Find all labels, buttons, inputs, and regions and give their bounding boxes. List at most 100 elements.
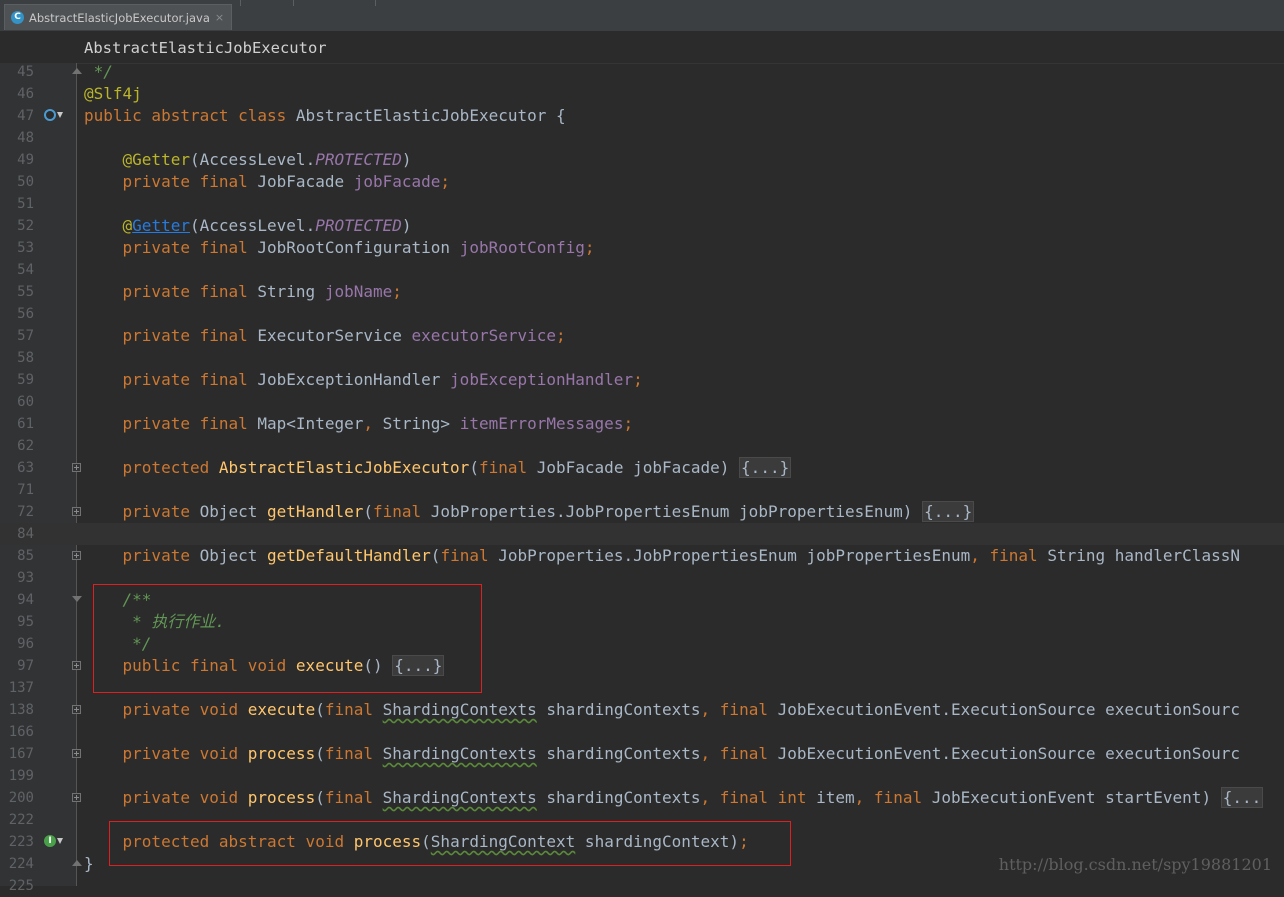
code-line[interactable]: 225 — [0, 875, 1284, 897]
code-line[interactable]: 200 private void process(final ShardingC… — [0, 787, 1284, 809]
code-token: item — [816, 788, 855, 807]
code-text[interactable]: private final Map<Integer, String> itemE… — [84, 413, 634, 435]
code-line[interactable]: 57 private final ExecutorService executo… — [0, 325, 1284, 347]
code-token: executorService — [411, 326, 557, 345]
code-line[interactable]: 47 public abstract class AbstractElasticJ… — [0, 105, 1284, 127]
code-token: final — [873, 788, 932, 807]
code-line[interactable]: 166 — [0, 721, 1284, 743]
code-line[interactable]: 72 private Object getHandler(final JobPr… — [0, 501, 1284, 523]
line-number: 225 — [8, 878, 34, 894]
code-token: itemErrorMessages — [459, 414, 624, 433]
code-line[interactable]: 58 — [0, 347, 1284, 369]
fold-collapse-icon[interactable] — [72, 68, 82, 74]
code-line[interactable]: 63 protected AbstractElasticJobExecutor(… — [0, 457, 1284, 479]
code-text[interactable]: private final JobRootConfiguration jobRo… — [84, 237, 595, 259]
code-text[interactable]: @Getter(AccessLevel.PROTECTED) — [84, 149, 412, 171]
line-number: 137 — [8, 680, 34, 696]
code-token: private void — [84, 744, 248, 763]
code-token: ) — [401, 150, 412, 169]
editor-tab-bar: C AbstractElasticJobExecutor.java × — [0, 0, 1284, 32]
code-line[interactable]: 46 @Slf4j — [0, 83, 1284, 105]
folded-block[interactable]: {... — [1220, 787, 1264, 808]
line-number: 57 — [17, 328, 34, 344]
code-line[interactable]: 71 — [0, 479, 1284, 501]
code-text[interactable]: private final JobFacade jobFacade; — [84, 171, 451, 193]
line-number: 199 — [8, 768, 34, 784]
code-text[interactable]: private void process(final ShardingConte… — [84, 743, 1240, 765]
code-token: JobFacade — [257, 172, 354, 191]
code-line[interactable]: 199 — [0, 765, 1284, 787]
code-token: final — [719, 700, 778, 719]
code-token: AbstractElasticJobExecutor — [218, 458, 470, 477]
folded-block[interactable]: {...} — [739, 457, 792, 478]
implemented-method-icon[interactable]: I — [44, 835, 56, 847]
code-text[interactable]: public abstract class AbstractElasticJob… — [84, 105, 566, 127]
code-line[interactable]: 49 @Getter(AccessLevel.PROTECTED) — [0, 149, 1284, 171]
code-token: @Getter — [84, 150, 190, 169]
code-token: shardingContexts — [536, 700, 701, 719]
code-line[interactable]: 55 private final String jobName; — [0, 281, 1284, 303]
code-token: private final — [84, 172, 258, 191]
code-text[interactable]: private final String jobName; — [84, 281, 402, 303]
code-line[interactable]: 53 private final JobRootConfiguration jo… — [0, 237, 1284, 259]
tab-abstract-elastic-job-executor[interactable]: C AbstractElasticJobExecutor.java × — [4, 4, 232, 30]
code-line[interactable]: 54 — [0, 259, 1284, 281]
fold-expand-icon[interactable] — [72, 749, 81, 758]
code-text[interactable]: private void process(final ShardingConte… — [84, 787, 1264, 809]
line-number: 54 — [17, 262, 34, 278]
fold-collapse-icon[interactable] — [72, 860, 82, 866]
code-line[interactable]: 62 — [0, 435, 1284, 457]
fold-expand-icon[interactable] — [72, 463, 81, 472]
fold-expand-icon[interactable] — [72, 661, 81, 670]
code-line[interactable]: 50 private final JobFacade jobFacade; — [0, 171, 1284, 193]
code-token: final — [373, 502, 431, 521]
code-text[interactable]: private Object getDefaultHandler(final J… — [84, 545, 1240, 567]
code-token: shardingContexts — [536, 788, 701, 807]
overridden-class-icon[interactable] — [44, 109, 56, 121]
code-line[interactable]: 52 @Getter(AccessLevel.PROTECTED) — [0, 215, 1284, 237]
code-token: public abstract class — [84, 106, 296, 125]
code-token: private void — [84, 788, 248, 807]
code-line[interactable]: 51 — [0, 193, 1284, 215]
code-text[interactable]: protected AbstractElasticJobExecutor(fin… — [84, 457, 792, 479]
code-text[interactable]: private final ExecutorService executorSe… — [84, 325, 566, 347]
fold-expand-icon[interactable] — [72, 705, 81, 714]
code-line[interactable]: 60 — [0, 391, 1284, 413]
code-text[interactable]: @Slf4j — [84, 83, 142, 105]
code-line[interactable]: 85 private Object getDefaultHandler(fina… — [0, 545, 1284, 567]
code-token: ( — [430, 546, 441, 565]
breadcrumb-class[interactable]: AbstractElasticJobExecutor — [84, 39, 327, 57]
code-text[interactable]: } — [84, 853, 94, 875]
code-token: JobExceptionHandler — [257, 370, 451, 389]
code-text[interactable]: @Getter(AccessLevel.PROTECTED) — [84, 215, 412, 237]
code-line[interactable]: 56 — [0, 303, 1284, 325]
code-line[interactable]: 59 private final JobExceptionHandler job… — [0, 369, 1284, 391]
code-text[interactable]: private final JobExceptionHandler jobExc… — [84, 369, 643, 391]
code-token: JobExecutionEvent.ExecutionSource execut… — [777, 700, 1240, 719]
code-token: final — [719, 744, 778, 763]
close-icon[interactable]: × — [215, 11, 224, 24]
code-token: ; — [584, 238, 595, 257]
code-text[interactable]: */ — [84, 61, 113, 83]
line-number: 49 — [17, 152, 34, 168]
code-token: final — [478, 458, 537, 477]
fold-expand-icon[interactable] — [72, 507, 81, 516]
code-token: , — [700, 700, 720, 719]
code-line[interactable]: 61 private final Map<Integer, String> it… — [0, 413, 1284, 435]
fold-expand-icon[interactable] — [72, 551, 81, 560]
fold-collapse-icon[interactable] — [72, 596, 82, 602]
code-line[interactable]: 45 */ — [0, 61, 1284, 83]
code-text[interactable]: private void execute(final ShardingConte… — [84, 699, 1240, 721]
code-token: String> — [382, 414, 460, 433]
code-token: private final — [84, 238, 258, 257]
code-token: Map<Integer — [257, 414, 364, 433]
folded-block[interactable]: {...} — [922, 501, 975, 522]
code-token: ShardingContexts — [382, 788, 537, 807]
code-line[interactable]: 48 — [0, 127, 1284, 149]
code-line[interactable]: 167 private void process(final ShardingC… — [0, 743, 1284, 765]
code-line[interactable]: 84 — [0, 523, 1284, 545]
code-line[interactable]: 138 private void execute(final ShardingC… — [0, 699, 1284, 721]
code-text[interactable]: private Object getHandler(final JobPrope… — [84, 501, 975, 523]
code-token: jobRootConfig — [459, 238, 585, 257]
fold-expand-icon[interactable] — [72, 793, 81, 802]
